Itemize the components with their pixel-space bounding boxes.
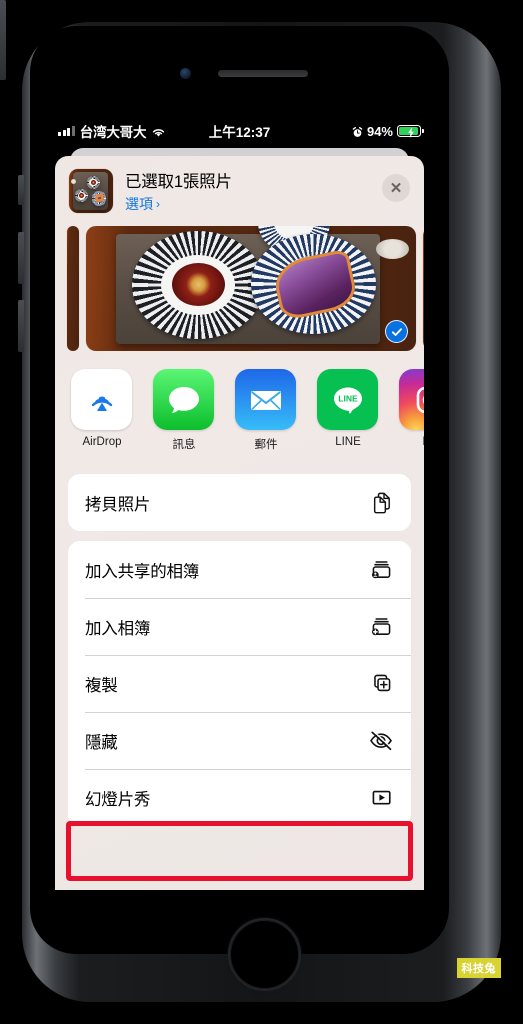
action-label: 拷貝照片 <box>85 495 151 514</box>
action-row-slideshow[interactable]: 幻燈片秀 <box>68 769 411 826</box>
mail-icon <box>235 369 296 430</box>
share-target-airdrop[interactable]: AirDrop <box>71 369 133 452</box>
action-group-copy: 拷貝照片 <box>68 474 411 531</box>
action-label: 加入共享的相簿 <box>85 562 200 581</box>
action-row-copy-photo[interactable]: 拷貝照片 <box>68 474 411 531</box>
front-camera <box>180 68 191 79</box>
action-label: 複製 <box>85 676 118 695</box>
alarm-clock-icon <box>352 126 363 137</box>
share-sheet-title: 已選取1張照片 <box>125 173 232 191</box>
phone-screen: 台湾大哥大 上午12:37 94% 已選取1張照片 選項 › ✕ AirDrop… <box>46 118 433 890</box>
home-button[interactable] <box>228 918 301 991</box>
photo-preview-selected[interactable] <box>86 226 416 351</box>
action-row-hide[interactable]: 隱藏 <box>68 712 411 769</box>
airdrop-icon <box>71 369 132 430</box>
checkmark-circle-icon <box>385 320 408 343</box>
volume-up-button[interactable] <box>18 232 24 284</box>
share-sheet-header: 已選取1張照片 選項 › ✕ <box>55 156 424 224</box>
carrier-label: 台湾大哥大 <box>79 125 147 140</box>
power-button[interactable] <box>0 0 6 80</box>
photo-preview-previous[interactable] <box>67 226 79 351</box>
hide-eye-slash-icon <box>368 728 394 754</box>
volume-down-button[interactable] <box>18 300 24 352</box>
photo-preview-strip[interactable] <box>55 226 424 351</box>
copy-icon <box>368 490 394 516</box>
status-bar: 台湾大哥大 上午12:37 94% <box>46 118 433 144</box>
share-target-label: Ins <box>399 436 424 448</box>
share-target-label: AirDrop <box>82 436 122 448</box>
chevron-right-icon: › <box>156 197 160 211</box>
instagram-icon <box>399 369 424 430</box>
share-target-line[interactable]: LINE LINE <box>317 369 379 452</box>
share-target-label: 郵件 <box>254 439 278 451</box>
svg-text:LINE: LINE <box>338 393 358 403</box>
action-row-add-to-album[interactable]: 加入相簿 <box>68 598 411 655</box>
share-target-instagram[interactable]: Ins <box>399 369 424 452</box>
share-options-label: 選項 <box>125 196 153 212</box>
share-sheet-container: 已選取1張照片 選項 › ✕ AirDrop 訊息 郵件 LINE LINE 拷… <box>46 144 433 890</box>
earpiece-speaker <box>218 70 308 77</box>
close-icon[interactable]: ✕ <box>382 174 410 202</box>
silent-switch[interactable] <box>18 175 24 205</box>
share-sheet: 已選取1張照片 選項 › ✕ AirDrop 訊息 郵件 LINE LINE 拷… <box>55 156 424 890</box>
share-target-messages[interactable]: 訊息 <box>153 369 215 452</box>
line-icon: LINE <box>317 369 378 430</box>
share-target-label: 訊息 <box>172 439 196 451</box>
action-label: 幻燈片秀 <box>85 790 151 809</box>
action-row-duplicate[interactable]: 複製 <box>68 655 411 712</box>
slideshow-play-icon <box>368 785 394 811</box>
photo-preview-next[interactable] <box>423 226 424 351</box>
cellular-signal-icon <box>58 126 75 136</box>
share-targets-row[interactable]: AirDrop 訊息 郵件 LINE LINE <box>55 351 424 460</box>
action-group-photo-actions: 加入共享的相簿 加入相簿 複製 隱藏 幻燈片秀 <box>68 541 411 826</box>
iphone-device: 台湾大哥大 上午12:37 94% 已選取1張照片 選項 › ✕ AirDrop… <box>0 0 523 1024</box>
battery-percent-label: 94% <box>366 123 393 139</box>
messages-icon <box>153 369 214 430</box>
add-to-album-icon <box>368 614 394 640</box>
action-label: 加入相簿 <box>85 619 151 638</box>
red-highlight-annotation <box>66 821 413 881</box>
duplicate-icon <box>368 671 394 697</box>
share-target-label: LINE <box>335 436 361 448</box>
selected-photo-thumbnail[interactable] <box>69 169 113 213</box>
action-label: 隱藏 <box>85 733 118 752</box>
shared-album-icon <box>368 557 394 583</box>
share-target-mail[interactable]: 郵件 <box>235 369 297 452</box>
share-options-link[interactable]: 選項 › <box>125 194 232 214</box>
wifi-icon <box>151 126 166 137</box>
action-row-add-to-shared-album[interactable]: 加入共享的相簿 <box>68 541 411 598</box>
watermark: 科技兔 <box>456 958 501 978</box>
battery-charging-icon <box>397 125 424 138</box>
